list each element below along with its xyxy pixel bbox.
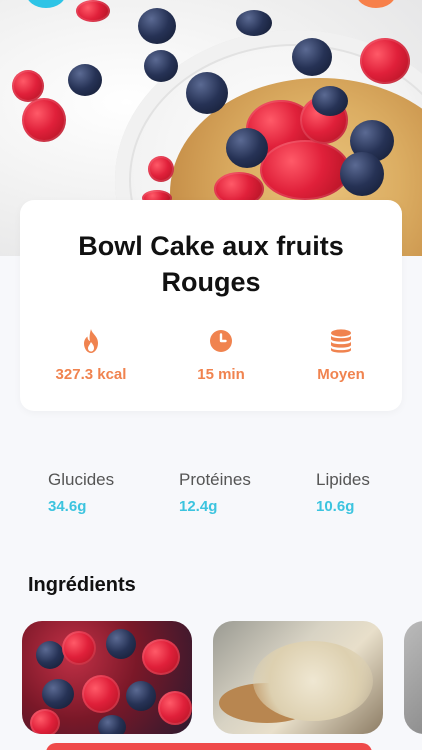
raspberry-graphic: [12, 70, 44, 102]
raspberry-graphic: [142, 639, 180, 675]
raspberry-graphic: [22, 98, 66, 142]
blueberry-graphic: [68, 64, 102, 96]
blueberry-graphic: [36, 641, 64, 669]
macro-value: 10.6g: [316, 498, 355, 515]
raspberry-graphic: [82, 675, 120, 713]
raspberry-graphic: [30, 709, 60, 734]
back-button[interactable]: [26, 0, 66, 8]
blueberry-graphic: [236, 10, 272, 36]
raspberry-graphic: [360, 38, 410, 84]
calories-value: 327.3 kcal: [55, 366, 127, 383]
macro-carbs: Glucides 34.6g: [48, 470, 114, 515]
coins-icon: [331, 329, 351, 353]
macro-value: 12.4g: [179, 498, 218, 515]
ingredient-card-oats[interactable]: [213, 621, 383, 734]
macro-fat: Lipides 10.6g: [316, 470, 370, 515]
time-value: 15 min: [197, 366, 245, 383]
blueberry-graphic: [106, 629, 136, 659]
raspberry-graphic: [62, 631, 96, 665]
macro-label: Glucides: [48, 470, 115, 489]
raspberry-graphic: [76, 0, 110, 22]
ingredient-card-next[interactable]: [404, 621, 422, 734]
blueberry-graphic: [138, 8, 176, 44]
stat-difficulty: Moyen: [281, 328, 401, 383]
raspberry-graphic: [260, 140, 350, 200]
raspberry-graphic: [158, 691, 192, 725]
macro-label: Protéines: [179, 470, 251, 489]
recipe-title: Bowl Cake aux fruits Rouges: [78, 231, 344, 297]
add-to-plan-button[interactable]: [46, 743, 372, 750]
blueberry-graphic: [42, 679, 74, 709]
blueberry-graphic: [144, 50, 178, 82]
macro-label: Lipides: [316, 470, 370, 489]
blueberry-graphic: [126, 681, 156, 711]
blueberry-graphic: [226, 128, 268, 168]
stat-calories: 327.3 kcal: [31, 328, 151, 383]
macro-value: 34.6g: [48, 498, 87, 515]
oats-graphic: [253, 641, 373, 721]
clock-icon: [210, 330, 232, 352]
macro-protein: Protéines 12.4g: [179, 470, 251, 515]
favorite-button[interactable]: [356, 0, 396, 8]
raspberry-graphic: [148, 156, 174, 182]
recipe-screen: Bowl Cake aux fruits Rouges 327.3 kcal 1…: [0, 0, 422, 750]
difficulty-value: Moyen: [317, 366, 365, 383]
blueberry-graphic: [312, 86, 348, 116]
blueberry-graphic: [340, 152, 384, 196]
blueberry-graphic: [292, 38, 332, 76]
blueberry-graphic: [98, 715, 126, 734]
stat-time: 15 min: [161, 328, 281, 383]
blueberry-graphic: [186, 72, 228, 114]
ingredient-card-berries[interactable]: [22, 621, 192, 734]
ingredients-heading: Ingrédients: [28, 574, 136, 596]
recipe-summary-card: Bowl Cake aux fruits Rouges 327.3 kcal 1…: [20, 200, 402, 411]
flame-icon: [84, 329, 98, 353]
